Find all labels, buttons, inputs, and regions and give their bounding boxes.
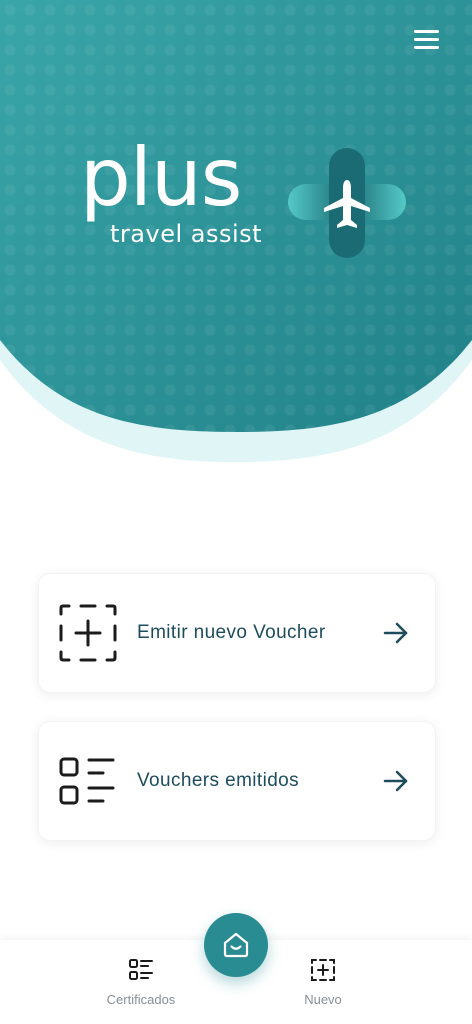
certificates-list-icon xyxy=(129,959,153,980)
hamburger-menu-icon[interactable] xyxy=(414,26,442,50)
add-square-icon xyxy=(59,604,117,662)
issued-vouchers-card[interactable]: Vouchers emitidos xyxy=(38,721,436,841)
logo-word: plus xyxy=(80,131,242,224)
header-banner: plus travel assist xyxy=(0,0,472,470)
emit-voucher-label: Emitir nuevo Voucher xyxy=(137,622,326,643)
home-button[interactable] xyxy=(204,913,268,977)
plus-airplane-icon xyxy=(288,148,406,258)
brand-logo: plus travel assist xyxy=(80,131,410,260)
home-icon xyxy=(223,932,249,958)
new-voucher-icon xyxy=(311,959,335,981)
arrow-right-icon xyxy=(383,622,408,644)
nav-nuevo-label: Nuevo xyxy=(304,992,342,1007)
issued-vouchers-label: Vouchers emitidos xyxy=(137,770,300,791)
arrow-right-icon xyxy=(383,770,408,792)
list-icon xyxy=(59,757,115,805)
nav-certificados[interactable]: Certificados xyxy=(81,940,201,1024)
nav-certificados-label: Certificados xyxy=(106,992,176,1007)
emit-voucher-card[interactable]: Emitir nuevo Voucher xyxy=(38,573,436,693)
nav-nuevo[interactable]: Nuevo xyxy=(263,940,383,1024)
logo-tagline: travel assist xyxy=(110,220,263,248)
